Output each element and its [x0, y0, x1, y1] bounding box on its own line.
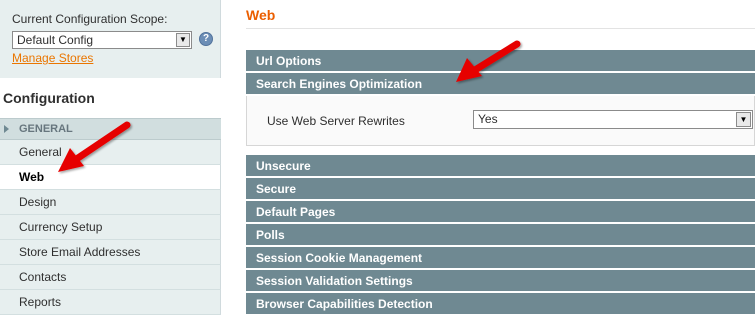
section-session-cookie-management[interactable]: Session Cookie Management: [246, 247, 755, 269]
page-title: Web: [246, 7, 276, 23]
seo-options-panel: Use Web Server Rewrites Yes ▼: [246, 96, 755, 146]
sidebar-item-web[interactable]: Web: [0, 165, 221, 190]
sidebar-item-reports[interactable]: Reports: [0, 290, 221, 315]
scope-switcher-panel: Current Configuration Scope: Default Con…: [0, 0, 221, 78]
section-browser-capabilities-detection[interactable]: Browser Capabilities Detection: [246, 293, 755, 315]
sidebar-item-contacts[interactable]: Contacts: [0, 265, 221, 290]
sidebar-title: Configuration: [0, 78, 221, 118]
section-url-options[interactable]: Url Options: [246, 50, 755, 72]
config-sidebar: Current Configuration Scope: Default Con…: [0, 0, 221, 315]
section-polls[interactable]: Polls: [246, 224, 755, 246]
group-header-label: GENERAL: [19, 123, 73, 135]
collapse-triangle-icon: [4, 125, 9, 133]
section-secure[interactable]: Secure: [246, 178, 755, 200]
chevron-down-icon: ▼: [176, 33, 190, 47]
scope-select[interactable]: Default Config ▼: [12, 31, 192, 49]
web-server-rewrites-select[interactable]: Yes ▼: [473, 110, 753, 129]
scope-label: Current Configuration Scope:: [12, 12, 168, 26]
sidebar-item-store-email-addresses[interactable]: Store Email Addresses: [0, 240, 221, 265]
scope-select-value: Default Config: [17, 33, 94, 47]
help-icon[interactable]: ?: [199, 32, 213, 46]
web-server-rewrites-value: Yes: [478, 112, 498, 126]
web-server-rewrites-label: Use Web Server Rewrites: [267, 114, 405, 128]
manage-stores-link[interactable]: Manage Stores: [12, 51, 93, 65]
sidebar-item-design[interactable]: Design: [0, 190, 221, 215]
sidebar-item-currency-setup[interactable]: Currency Setup: [0, 215, 221, 240]
chevron-down-icon: ▼: [736, 112, 751, 127]
sidebar-item-general[interactable]: General: [0, 140, 221, 165]
section-default-pages[interactable]: Default Pages: [246, 201, 755, 223]
section-unsecure[interactable]: Unsecure: [246, 155, 755, 177]
section-search-engines-optimization[interactable]: Search Engines Optimization: [246, 73, 755, 95]
section-session-validation-settings[interactable]: Session Validation Settings: [246, 270, 755, 292]
title-divider: [246, 28, 755, 29]
config-main: Web Url Options Search Engines Optimizat…: [246, 0, 755, 315]
group-header-general[interactable]: GENERAL: [0, 118, 221, 140]
